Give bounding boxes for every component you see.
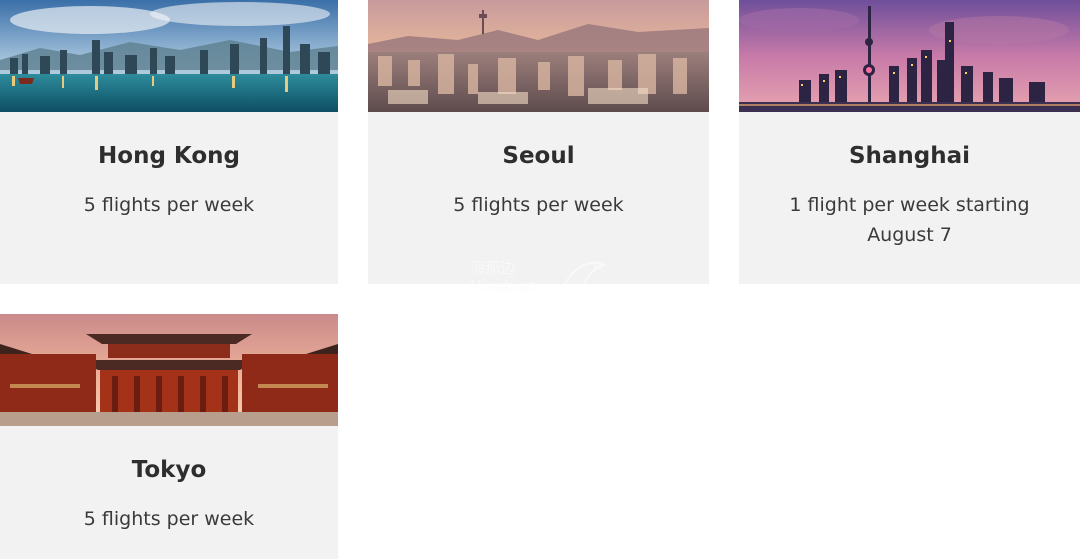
city-name: Shanghai <box>848 143 971 169</box>
destination-card-hong-kong[interactable]: Hong Kong 5 flights per week <box>0 0 338 284</box>
flight-frequency: 5 flights per week <box>83 508 255 530</box>
bird-icon <box>560 261 607 293</box>
flight-frequency: 1 flight per week starting August 7 <box>789 194 1030 246</box>
destination-card-shanghai[interactable]: Shanghai 1 flight per week starting Augu… <box>739 0 1080 284</box>
city-name: Seoul <box>502 143 575 169</box>
flight-frequency: 5 flights per week <box>453 194 624 216</box>
flight-frequency: 5 flights per week <box>83 194 255 216</box>
destination-card-tokyo[interactable]: Tokyo 5 flights per week <box>0 314 338 559</box>
city-name: Hong Kong <box>98 143 240 169</box>
destination-card-seoul[interactable]: Seoul 5 flights per week <box>368 0 709 284</box>
seoul-cityscape-photo <box>368 0 709 112</box>
city-name: Tokyo <box>131 457 207 483</box>
watermark-line-1: 海那边 <box>470 259 516 277</box>
watermark-line-2: Hinabian <box>470 277 537 295</box>
watermark-logo: 海那边 Hinabian <box>462 255 622 305</box>
hong-kong-skyline-photo <box>0 0 338 112</box>
tokyo-temple-gate-photo <box>0 314 338 426</box>
shanghai-skyline-photo <box>739 0 1080 112</box>
